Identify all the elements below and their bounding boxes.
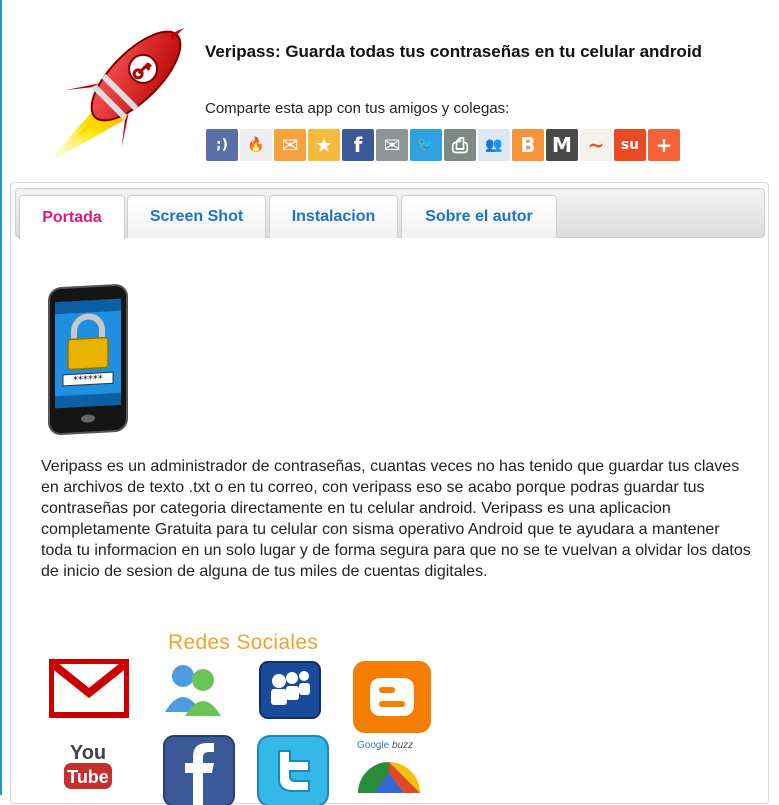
blogger-glyph: B	[520, 133, 536, 157]
favorite-star-glyph: ★	[315, 133, 333, 157]
tab-portada[interactable]: Portada	[19, 195, 125, 239]
myspace-icon	[259, 661, 321, 719]
tab-instalacion[interactable]: Instalacion	[269, 195, 398, 238]
svg-text:You: You	[70, 742, 106, 764]
messenger-glyph: 👥	[485, 137, 503, 153]
blogger-icon	[353, 661, 431, 733]
print-icon[interactable]: ⎙	[444, 129, 476, 161]
page-left-border	[0, 0, 2, 795]
fire-glyph: 🔥	[247, 137, 265, 153]
phone-password-field: ******	[73, 374, 103, 387]
favorite-star-icon[interactable]: ★	[308, 129, 340, 161]
fire-icon[interactable]: 🔥	[240, 129, 272, 161]
tab-bar: Portada Screen Shot Instalacion Sobre el…	[15, 188, 765, 239]
stumbleupon-icon[interactable]: su	[614, 129, 646, 161]
messenger-icon	[165, 665, 221, 716]
youtube-icon: You Tube	[64, 742, 112, 789]
share-prompt-text: Comparte esta app con tus amigos y coleg…	[205, 100, 510, 117]
mail-icon[interactable]: ✉	[376, 129, 408, 161]
myspace-wink-icon[interactable]: ;)	[206, 129, 238, 161]
phone-lock-image: ******	[48, 284, 128, 435]
email-glyph: ✉	[281, 133, 299, 157]
svg-text:Tube: Tube	[67, 767, 109, 787]
gmail-glyph: M	[552, 133, 572, 157]
add-more-icon[interactable]: +	[648, 129, 680, 161]
facebook-glyph: f	[353, 133, 363, 157]
sketch-icon[interactable]: ~	[580, 129, 612, 161]
tab-screen-shot[interactable]: Screen Shot	[127, 195, 266, 238]
google-buzz-label: Google buzz	[357, 740, 414, 751]
page-title: Veripass: Guarda todas tus contraseñas e…	[205, 42, 702, 61]
rocket-logo	[46, 27, 185, 164]
gmail-icon	[49, 659, 129, 718]
tabs-panel: Portada Screen Shot Instalacion Sobre el…	[10, 182, 769, 805]
add-more-glyph: +	[655, 133, 673, 157]
stumbleupon-glyph: su	[620, 137, 640, 153]
myspace-wink-glyph: ;)	[216, 137, 228, 153]
print-glyph: ⎙	[452, 133, 468, 157]
messenger-icon[interactable]: 👥	[478, 129, 510, 161]
sketch-glyph: ~	[587, 133, 605, 157]
twitter-glyph: 🐦	[417, 137, 435, 153]
tab-sobre-el-autor[interactable]: Sobre el autor	[401, 195, 557, 238]
share-buttons-row: ;) 🔥 ✉ ★ f ✉ 🐦 ⎙ 👥 B M ~ su +	[206, 129, 680, 161]
email-icon[interactable]: ✉	[274, 129, 306, 161]
twitter-icon[interactable]: 🐦	[410, 129, 442, 161]
facebook-icon[interactable]: f	[342, 129, 374, 161]
gmail-icon[interactable]: M	[546, 129, 578, 161]
google-buzz-icon	[358, 762, 420, 793]
redes-sociales-title: Redes Sociales	[168, 631, 319, 654]
mail-glyph: ✉	[383, 133, 401, 157]
app-description: Veripass es un administrador de contrase…	[41, 458, 751, 580]
blogger-icon[interactable]: B	[512, 129, 544, 161]
